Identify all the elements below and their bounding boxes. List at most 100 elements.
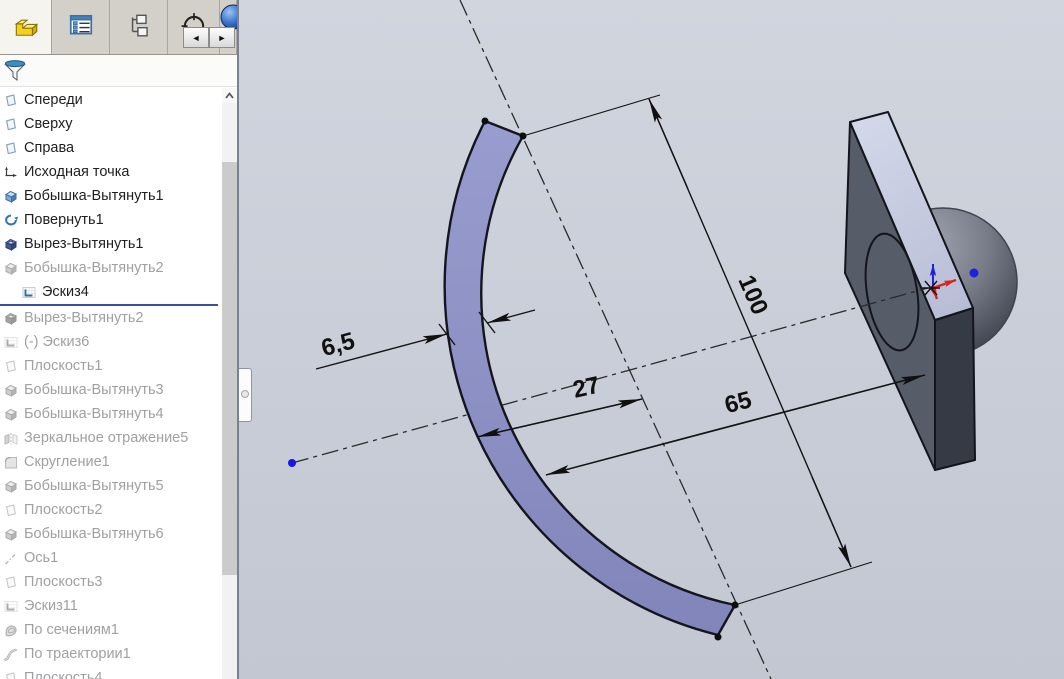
plane-icon: [3, 503, 19, 518]
tree-item-10[interactable]: Вырез-Вытянуть2: [0, 306, 222, 330]
tree-item-19[interactable]: Бобышка-Вытянуть6: [0, 522, 222, 546]
tree-item-label: Бобышка-Вытянуть2: [24, 260, 164, 276]
tree-item-21[interactable]: Плоскость3: [0, 570, 222, 594]
tree-item-2[interactable]: Сверху: [0, 112, 222, 136]
tree-item-13[interactable]: Бобышка-Вытянуть3: [0, 378, 222, 402]
panel-collapse-handle[interactable]: [239, 368, 252, 422]
tree-item-label: Вырез-Вытянуть2: [24, 310, 143, 326]
origin-icon: [3, 165, 19, 180]
tree-item-label: Бобышка-Вытянуть3: [24, 382, 164, 398]
tree-item-label: По траектории1: [24, 646, 131, 662]
tree-item-label: Бобышка-Вытянуть5: [24, 478, 164, 494]
property-manager-icon: [67, 11, 95, 44]
tree-item-label: Исходная точка: [24, 164, 129, 180]
cut-extrude-icon: [3, 237, 19, 252]
viewport-3d[interactable]: 6,5 27 65 100: [237, 0, 1064, 679]
panel-viewport-divider: [237, 0, 239, 679]
tab-scroll-right-button[interactable]: ►: [209, 27, 235, 48]
boss-extrude-icon: [3, 261, 19, 276]
tree-item-label: Сверху: [24, 116, 72, 132]
tree-item-17[interactable]: Бобышка-Вытянуть5: [0, 474, 222, 498]
boss-extrude-icon: [3, 407, 19, 422]
sketch-icon: [21, 285, 37, 300]
filter-funnel-icon[interactable]: [3, 59, 27, 83]
cut-extrude-icon: [3, 311, 19, 326]
tree-item-20[interactable]: Ось1: [0, 546, 222, 570]
tree-item-5[interactable]: Бобышка-Вытянуть1: [0, 184, 222, 208]
loft-icon: [3, 623, 19, 638]
tree-item-label: Повернуть1: [24, 212, 104, 228]
tree-item-1[interactable]: Спереди: [0, 88, 222, 112]
sketch-icon: [3, 599, 19, 614]
tree-item-9[interactable]: Эскиз4: [0, 280, 222, 304]
tree-item-label: По сечениям1: [24, 622, 119, 638]
plate-side-face[interactable]: [935, 308, 975, 470]
tree-item-11[interactable]: (-) Эскиз6: [0, 330, 222, 354]
tab-scroll-buttons: ◄ ►: [183, 27, 235, 48]
boss-extrude-icon: [3, 527, 19, 542]
chevron-up-icon: [222, 89, 237, 102]
tree-item-3[interactable]: Справа: [0, 136, 222, 160]
tree-item-label: Бобышка-Вытянуть6: [24, 526, 164, 542]
tree-item-24[interactable]: По траектории1: [0, 642, 222, 666]
arrow-right-icon: ►: [218, 33, 227, 43]
tab-scroll-left-button[interactable]: ◄: [183, 27, 209, 48]
collapse-dot-icon: [241, 390, 249, 398]
tree-item-label: Вырез-Вытянуть1: [24, 236, 143, 252]
configuration-icon: [125, 11, 153, 44]
tree-item-15[interactable]: Зеркальное отражение5: [0, 426, 222, 450]
tree-item-label: Справа: [24, 140, 74, 156]
plane-icon: [3, 93, 19, 108]
revolve-icon: [3, 213, 19, 228]
fillet-icon: [3, 455, 19, 470]
tree-item-label: (-) Эскиз6: [24, 334, 89, 350]
tree-item-label: Бобышка-Вытянуть1: [24, 188, 164, 204]
part-icon: [11, 11, 41, 44]
tree-item-label: Ось1: [24, 550, 58, 566]
configurationmanager-tab[interactable]: [110, 0, 168, 54]
tree-item-6[interactable]: Повернуть1: [0, 208, 222, 232]
tree-item-label: Эскиз11: [24, 598, 78, 614]
tree-item-label: Плоскость2: [24, 502, 102, 518]
filter-bar: [0, 55, 237, 87]
tree-item-label: Бобышка-Вытянуть4: [24, 406, 164, 422]
tree-item-label: Зеркальное отражение5: [24, 430, 188, 446]
tree-item-16[interactable]: Скругление1: [0, 450, 222, 474]
propertymanager-tab[interactable]: [52, 0, 110, 54]
mirror-icon: [3, 431, 19, 446]
tree-item-25[interactable]: Плоскость4: [0, 666, 222, 679]
plane-icon: [3, 671, 19, 679]
tree-item-14[interactable]: Бобышка-Вытянуть4: [0, 402, 222, 426]
tree-scrollbar[interactable]: [222, 88, 237, 679]
boss-extrude-icon: [3, 189, 19, 204]
boss-extrude-icon: [3, 479, 19, 494]
tree-item-4[interactable]: Исходная точка: [0, 160, 222, 184]
sketch-icon: [3, 335, 19, 350]
plane-icon: [3, 359, 19, 374]
tree-item-label: Спереди: [24, 92, 83, 108]
boss-extrude-icon: [3, 383, 19, 398]
tree-item-label: Эскиз4: [42, 284, 89, 300]
tree-item-18[interactable]: Плоскость2: [0, 498, 222, 522]
scroll-up-button[interactable]: [222, 88, 237, 103]
plane-icon: [3, 141, 19, 156]
sketch-point[interactable]: [970, 269, 979, 278]
sweep-icon: [3, 647, 19, 662]
tree-item-23[interactable]: По сечениям1: [0, 618, 222, 642]
plane-icon: [3, 117, 19, 132]
tree-item-22[interactable]: Эскиз11: [0, 594, 222, 618]
tree-item-7[interactable]: Вырез-Вытянуть1: [0, 232, 222, 256]
axis-icon: [3, 551, 19, 566]
arrow-left-icon: ◄: [192, 33, 201, 43]
axis-endpoint[interactable]: [288, 459, 296, 467]
tree-item-12[interactable]: Плоскость1: [0, 354, 222, 378]
tree-item-8[interactable]: Бобышка-Вытянуть2: [0, 256, 222, 280]
tree-item-label: Плоскость3: [24, 574, 102, 590]
tree-item-label: Скругление1: [24, 454, 110, 470]
featuremanager-tab[interactable]: [0, 0, 52, 54]
scrollbar-thumb[interactable]: [222, 162, 237, 575]
feature-manager-panel: ◄ ► Спереди Сверху Справа Исходная точка Боб…: [0, 0, 237, 679]
feature-tree: Спереди Сверху Справа Исходная точка Бобышка…: [0, 88, 222, 679]
solidworks-window: 6,5 27 65 100 ◄ ►: [0, 0, 1064, 679]
plane-icon: [3, 575, 19, 590]
